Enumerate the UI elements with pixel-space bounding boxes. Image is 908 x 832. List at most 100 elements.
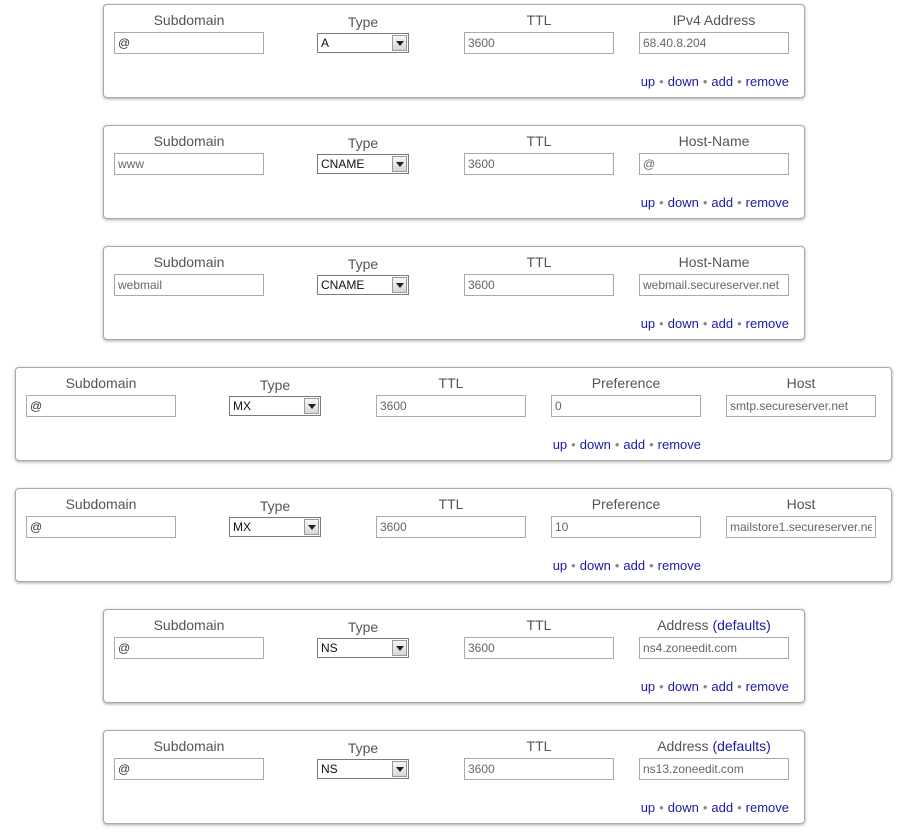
down-link[interactable]: down [580, 437, 611, 452]
host-input[interactable] [726, 516, 876, 538]
separator: • [571, 558, 576, 573]
up-link[interactable]: up [641, 316, 655, 331]
chevron-down-icon[interactable] [392, 640, 407, 656]
add-link[interactable]: add [711, 679, 733, 694]
chevron-down-icon[interactable] [304, 398, 319, 414]
chevron-down-icon[interactable] [304, 519, 319, 535]
type-select-value: CNAME [321, 157, 365, 171]
type-select-value: NS [321, 762, 338, 776]
subdomain-label: Subdomain [153, 12, 225, 28]
remove-link[interactable]: remove [746, 195, 789, 210]
preference-input[interactable] [551, 395, 701, 417]
up-link[interactable]: up [553, 437, 567, 452]
up-link[interactable]: up [553, 558, 567, 573]
ttl-label: TTL [526, 617, 552, 633]
down-link[interactable]: down [668, 679, 699, 694]
subdomain-input[interactable] [114, 153, 264, 175]
host-name-label: Host-Name [678, 254, 750, 270]
separator: • [737, 316, 742, 331]
type-select[interactable]: MX [229, 396, 321, 416]
ttl-input[interactable] [464, 758, 614, 780]
defaults-link[interactable]: (defaults) [712, 738, 770, 754]
subdomain-input[interactable] [26, 516, 176, 538]
down-link[interactable]: down [668, 316, 699, 331]
add-link[interactable]: add [623, 558, 645, 573]
ttl-input[interactable] [464, 274, 614, 296]
remove-link[interactable]: remove [658, 437, 701, 452]
record-actions: up • down • add • remove [553, 558, 701, 573]
type-select[interactable]: MX [229, 517, 321, 537]
add-link[interactable]: add [711, 800, 733, 815]
type-select-value: NS [321, 641, 338, 655]
separator: • [737, 679, 742, 694]
chevron-down-icon[interactable] [392, 156, 407, 172]
dns-record-mx: Subdomain Type MX TTL Preference Host up… [15, 488, 892, 582]
remove-link[interactable]: remove [746, 679, 789, 694]
subdomain-input[interactable] [114, 637, 264, 659]
type-select[interactable]: CNAME [317, 154, 409, 174]
type-select[interactable]: A [317, 33, 409, 53]
type-select[interactable]: CNAME [317, 275, 409, 295]
ipv4-address-label: IPv4 Address [672, 12, 756, 28]
up-link[interactable]: up [641, 679, 655, 694]
add-link[interactable]: add [623, 437, 645, 452]
add-link[interactable]: add [711, 74, 733, 89]
chevron-down-icon[interactable] [392, 761, 407, 777]
subdomain-input[interactable] [114, 758, 264, 780]
record-actions: up • down • add • remove [641, 74, 789, 89]
remove-link[interactable]: remove [746, 74, 789, 89]
subdomain-input[interactable] [114, 274, 264, 296]
ttl-label: TTL [438, 375, 464, 391]
dns-record-a: Subdomain Type A TTL IPv4 Address up•dow… [103, 4, 805, 98]
dns-record-mx: Subdomain Type MX TTL Preference Host up… [15, 367, 892, 461]
separator: • [659, 316, 664, 331]
separator: • [659, 74, 664, 89]
ttl-label: TTL [438, 496, 464, 512]
add-link[interactable]: add [711, 316, 733, 331]
ttl-input[interactable] [376, 516, 526, 538]
host-input[interactable] [726, 395, 876, 417]
dns-record-cname: Subdomain Type CNAME TTL Host-Name up•do… [103, 125, 805, 219]
remove-link[interactable]: remove [746, 800, 789, 815]
ttl-input[interactable] [464, 637, 614, 659]
address-input[interactable] [639, 758, 789, 780]
up-link[interactable]: up [641, 74, 655, 89]
subdomain-label: Subdomain [65, 375, 137, 391]
ttl-label: TTL [526, 738, 552, 754]
ttl-input[interactable] [464, 153, 614, 175]
separator: • [702, 74, 708, 89]
host-name-input[interactable] [639, 153, 789, 175]
ttl-input[interactable] [464, 32, 614, 54]
remove-link[interactable]: remove [658, 558, 701, 573]
down-link[interactable]: down [580, 558, 611, 573]
up-link[interactable]: up [641, 800, 655, 815]
preference-label: Preference [591, 496, 661, 512]
subdomain-input[interactable] [26, 395, 176, 417]
ipv4-address-input[interactable] [639, 32, 789, 54]
defaults-link[interactable]: (defaults) [712, 617, 770, 633]
add-link[interactable]: add [711, 195, 733, 210]
down-link[interactable]: down [668, 800, 699, 815]
type-select[interactable]: NS [317, 638, 409, 658]
separator: • [659, 800, 664, 815]
ttl-input[interactable] [376, 395, 526, 417]
type-label: Type [347, 135, 379, 151]
up-link[interactable]: up [641, 195, 655, 210]
subdomain-input[interactable] [114, 32, 264, 54]
separator: • [737, 195, 742, 210]
type-select-value: MX [233, 520, 251, 534]
separator: • [571, 437, 576, 452]
record-actions: up • down • add • remove [641, 195, 789, 210]
address-input[interactable] [639, 637, 789, 659]
dns-record-cname: Subdomain Type CNAME TTL Host-Name up•do… [103, 246, 805, 340]
subdomain-label: Subdomain [65, 496, 137, 512]
remove-link[interactable]: remove [746, 316, 789, 331]
chevron-down-icon[interactable] [392, 35, 407, 51]
separator: • [659, 679, 664, 694]
host-name-input[interactable] [639, 274, 789, 296]
chevron-down-icon[interactable] [392, 277, 407, 293]
preference-input[interactable] [551, 516, 701, 538]
down-link[interactable]: down [668, 195, 699, 210]
down-link[interactable]: down [668, 74, 699, 89]
type-select[interactable]: NS [317, 759, 409, 779]
